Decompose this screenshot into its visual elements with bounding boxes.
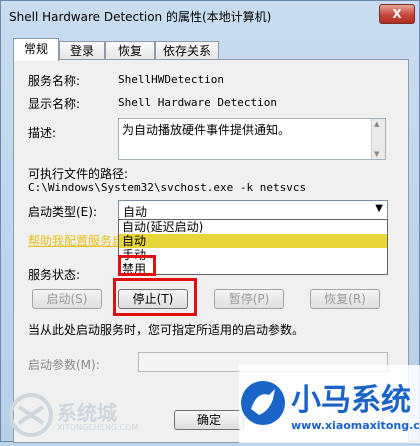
description-text: 为自动播放硬件事件提供通知。	[122, 123, 291, 137]
description-box[interactable]: 为自动播放硬件事件提供通知。 ▲ ▼	[118, 118, 386, 160]
properties-window: Shell Hardware Detection 的属性(本地计算机) X 常规…	[0, 0, 420, 443]
right-watermark: 小马系统 www.xiaomaxitong.com	[239, 365, 420, 443]
stop-button-highlight	[113, 278, 197, 316]
startup-option-disabled[interactable]: 禁用	[119, 262, 387, 276]
startup-type-select[interactable]: 自动 ▼	[118, 200, 388, 220]
left-watermark-url: XITONGCHENG.COM	[57, 423, 139, 432]
startup-params-hint: 当从此处启动服务时，您可指定所适用的启动参数。	[28, 323, 305, 337]
tab-general[interactable]: 常规	[13, 38, 59, 61]
startup-params-label: 启动参数(M):	[28, 358, 100, 372]
resume-button[interactable]: 恢复(R)	[310, 289, 380, 309]
scroll-down-icon[interactable]: ▼	[374, 150, 379, 158]
display-name-label: 显示名称:	[28, 97, 81, 111]
close-button[interactable]: X	[379, 4, 415, 24]
service-name-value: ShellHWDetection	[118, 73, 224, 86]
startup-option-auto[interactable]: 自动	[119, 234, 387, 248]
start-button[interactable]: 启动(S)	[32, 289, 102, 309]
startup-type-value: 自动	[123, 205, 148, 219]
tab-logon[interactable]: 登录	[59, 41, 105, 59]
description-scrollbar[interactable]: ▲ ▼	[371, 119, 385, 159]
exe-path-label: 可执行文件的路径:	[28, 167, 129, 181]
exe-path-value: C:\Windows\System32\svchost.exe -k netsv…	[28, 181, 307, 194]
tab-recovery[interactable]: 恢复	[105, 41, 155, 59]
left-watermark-brand: 系统城	[57, 401, 117, 425]
pause-button[interactable]: 暂停(P)	[214, 289, 284, 309]
window-title: Shell Hardware Detection 的属性(本地计算机)	[9, 10, 272, 24]
tab-dependencies[interactable]: 依存关系	[155, 41, 219, 59]
startup-type-label: 启动类型(E):	[28, 205, 97, 219]
startup-option-auto-delayed[interactable]: 自动(延迟启动)	[119, 220, 387, 234]
service-status-label: 服务状态:	[28, 268, 81, 282]
description-label: 描述:	[28, 126, 57, 140]
title-bar[interactable]: Shell Hardware Detection 的属性(本地计算机) X	[1, 1, 419, 31]
startup-option-manual[interactable]: 手动	[119, 248, 387, 262]
right-watermark-url: www.xiaomaxitong.com	[291, 419, 420, 432]
service-name-label: 服务名称:	[28, 74, 81, 88]
disabled-option-highlight	[118, 255, 156, 276]
display-name-value: Shell Hardware Detection	[118, 96, 277, 109]
right-watermark-brand: 小马系统	[291, 383, 411, 418]
scroll-up-icon[interactable]: ▲	[374, 120, 379, 128]
startup-type-dropdown: 自动(延迟启动) 自动 手动 禁用	[118, 219, 388, 276]
chevron-down-icon[interactable]: ▼	[375, 203, 383, 214]
left-watermark: 系统城 XITONGCHENG.COM	[7, 387, 139, 443]
ok-button[interactable]: 确定	[174, 410, 244, 430]
